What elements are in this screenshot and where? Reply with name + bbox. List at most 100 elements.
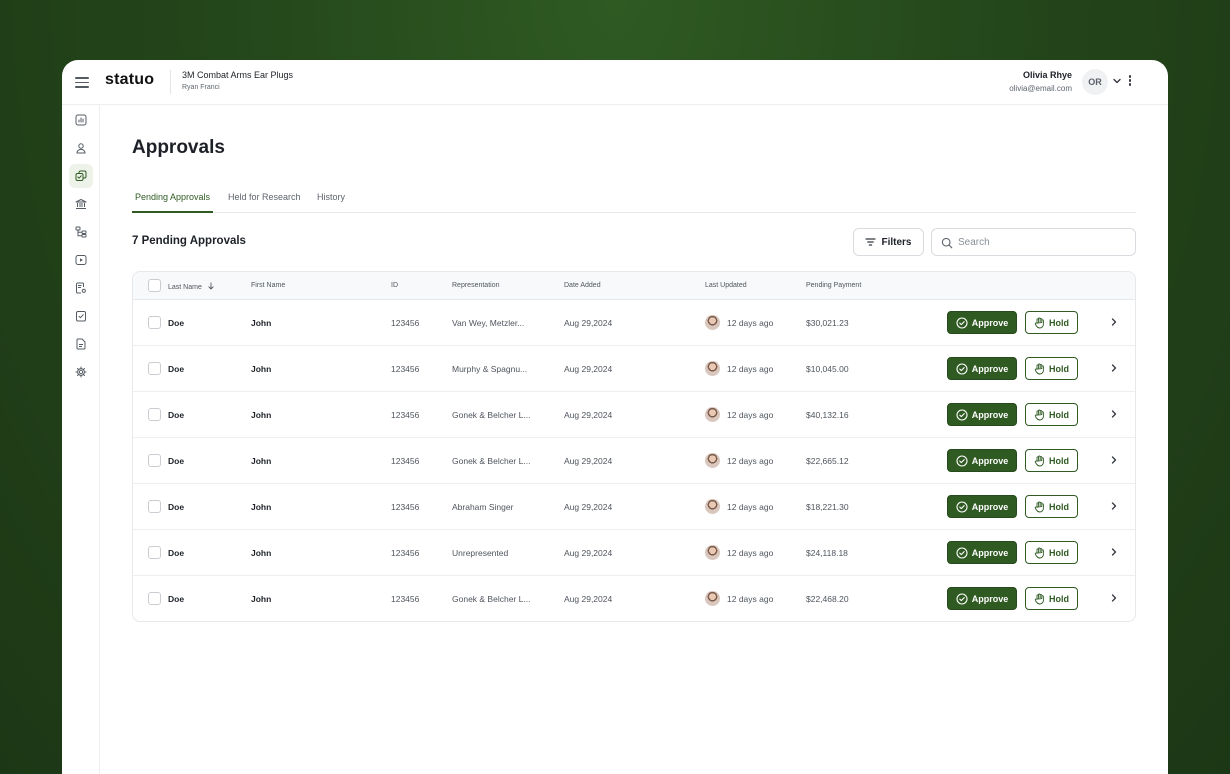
row-checkbox[interactable] [148,454,161,467]
row-checkbox[interactable] [148,316,161,329]
cell-id: 123456 [391,502,420,512]
cell-pending-payment: $40,132.16 [806,410,849,420]
sidebar-item-media[interactable] [69,248,93,272]
cell-id: 123456 [391,410,420,420]
hold-button[interactable]: Hold [1025,449,1078,472]
row-checkbox[interactable] [148,500,161,513]
app-logo[interactable]: statuo [105,71,154,89]
tab-held-for-research[interactable]: Held for Research [228,192,301,213]
more-options-icon[interactable] [1128,75,1132,87]
approve-button[interactable]: Approve [947,357,1017,380]
approve-button[interactable]: Approve [947,449,1017,472]
column-header-first-name[interactable]: First Name [251,282,285,289]
row-checkbox[interactable] [148,546,161,559]
case-title: 3M Combat Arms Ear Plugs [182,70,294,80]
approve-button[interactable]: Approve [947,541,1017,564]
filter-icon [865,238,877,246]
row-checkbox[interactable] [148,408,161,421]
cell-first-name: John [251,410,272,420]
column-header-id[interactable]: ID [391,282,398,289]
cell-representation: Gonek & Belcher L... [452,594,531,604]
cell-last-name: Doe [168,318,185,328]
chevron-right-icon[interactable] [1109,409,1119,419]
chevron-right-icon[interactable] [1109,501,1119,511]
approve-button[interactable]: Approve [947,495,1017,518]
cell-last-name: Doe [168,364,185,374]
sidebar-item-documents[interactable] [69,332,93,356]
table-row[interactable]: Doe John 123456 Murphy & Spagnu... Aug 2… [133,346,1135,392]
chart-icon [75,114,87,126]
sidebar-item-dashboard[interactable] [69,108,93,132]
sidebar-item-reports[interactable] [69,276,93,300]
column-header-last-updated[interactable]: Last Updated [705,282,747,289]
chevron-right-icon[interactable] [1109,363,1119,373]
check-circle-icon [956,408,968,421]
cell-id: 123456 [391,548,420,558]
top-bar: statuo 3M Combat Arms Ear Plugs Ryan Fra… [62,60,1168,105]
table-row[interactable]: Doe John 123456 Gonek & Belcher L... Aug… [133,438,1135,484]
cell-last-updated: 12 days ago [727,548,774,558]
cell-id: 123456 [391,364,420,374]
chevron-right-icon[interactable] [1109,317,1119,327]
bank-icon [75,199,87,209]
pending-count-title: 7 Pending Approvals [132,235,246,247]
hold-button[interactable]: Hold [1025,403,1078,426]
filters-button[interactable]: Filters [853,228,924,256]
chevron-right-icon[interactable] [1109,547,1119,557]
sidebar-item-approvals[interactable] [69,164,93,188]
tab-pending-approvals[interactable]: Pending Approvals [132,192,214,213]
hold-label: Hold [1049,455,1069,466]
sidebar-item-settings[interactable] [69,360,93,384]
user-avatar[interactable]: OR [1082,69,1108,95]
cell-id: 123456 [391,456,420,466]
table-row[interactable]: Doe John 123456 Van Wey, Metzler... Aug … [133,300,1135,346]
cell-first-name: John [251,364,272,374]
user-email: olivia@email.com [1009,84,1072,93]
select-all-checkbox[interactable] [148,279,161,292]
row-checkbox[interactable] [148,592,161,605]
approve-button[interactable]: Approve [947,403,1017,426]
table-row[interactable]: Doe John 123456 Abraham Singer Aug 29,20… [133,484,1135,530]
updater-avatar [705,315,720,330]
table-row[interactable]: Doe John 123456 Gonek & Belcher L... Aug… [133,576,1135,621]
column-header-date-added[interactable]: Date Added [564,282,601,289]
cell-date-added: Aug 29,2024 [564,364,613,374]
hamburger-menu-icon[interactable] [74,74,90,90]
search-box[interactable] [931,228,1136,256]
hierarchy-icon [75,226,87,238]
file-icon [76,338,86,350]
column-header-last-name[interactable]: Last Name [168,282,215,291]
hold-button[interactable]: Hold [1025,541,1078,564]
approve-label: Approve [971,547,1009,558]
tab-history[interactable]: History [317,192,345,213]
hand-icon [1034,363,1044,374]
hold-button[interactable]: Hold [1025,311,1078,334]
cell-last-updated: 12 days ago [727,364,774,374]
cell-date-added: Aug 29,2024 [564,548,613,558]
column-header-pending-payment[interactable]: Pending Payment [806,282,861,289]
cell-date-added: Aug 29,2024 [564,410,613,420]
sidebar-item-tasks[interactable] [69,304,93,328]
tab-bar: Pending Approvals Held for Research Hist… [132,188,1136,213]
updater-avatar [705,407,720,422]
table-row[interactable]: Doe John 123456 Gonek & Belcher L... Aug… [133,392,1135,438]
search-input[interactable] [958,234,1128,251]
task-check-icon [76,311,86,322]
row-checkbox[interactable] [148,362,161,375]
approve-button[interactable]: Approve [947,587,1017,610]
chevron-right-icon[interactable] [1109,593,1119,603]
hold-button[interactable]: Hold [1025,357,1078,380]
table-row[interactable]: Doe John 123456 Unrepresented Aug 29,202… [133,530,1135,576]
approve-button[interactable]: Approve [947,311,1017,334]
cell-last-updated: 12 days ago [727,318,774,328]
sidebar-item-users[interactable] [69,136,93,160]
chevron-down-icon[interactable] [1112,76,1122,86]
hold-button[interactable]: Hold [1025,495,1078,518]
sidebar-item-hierarchy[interactable] [69,220,93,244]
hand-icon [1034,317,1044,328]
sidebar-item-bank[interactable] [69,192,93,216]
hold-label: Hold [1049,547,1069,558]
chevron-right-icon[interactable] [1109,455,1119,465]
hold-button[interactable]: Hold [1025,587,1078,610]
column-header-representation[interactable]: Representation [452,282,499,289]
